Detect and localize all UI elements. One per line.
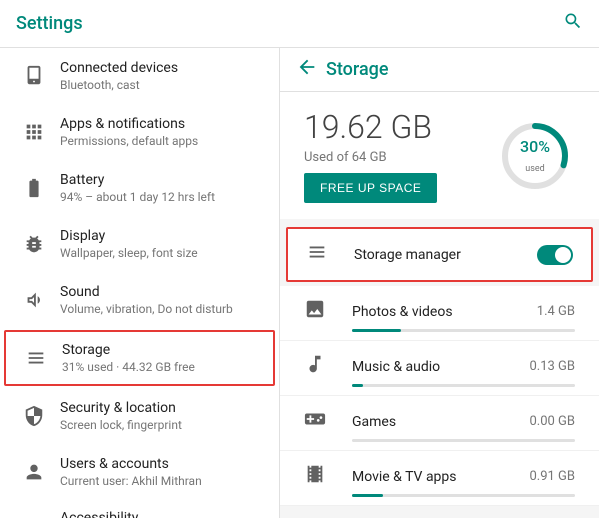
music-audio-label: Music & audio <box>336 359 529 375</box>
sidebar-item-users-accounts[interactable]: Users & accounts Current user: Akhil Mit… <box>0 444 279 500</box>
apps-notifications-text: Apps & notifications Permissions, defaul… <box>52 116 263 148</box>
storage-manager-label: Storage manager <box>338 247 537 263</box>
games-label: Games <box>336 414 529 430</box>
storage-summary: 19.62 GB Used of 64 GB FREE UP SPACE 30%… <box>280 92 599 219</box>
back-icon[interactable] <box>296 56 318 83</box>
storage-circle: 30% used <box>495 116 575 196</box>
battery-text: Battery 94% – about 1 day 12 hrs left <box>52 172 263 204</box>
games-size: 0.00 GB <box>529 414 575 429</box>
music-audio-row[interactable]: Music & audio 0.13 GB <box>280 341 599 396</box>
games-row[interactable]: Games 0.00 GB <box>280 396 599 451</box>
music-audio-size: 0.13 GB <box>529 359 575 374</box>
storage-text: Storage 31% used · 44.32 GB free <box>54 342 261 374</box>
movie-tv-bar <box>280 494 599 506</box>
movie-tv-size: 0.91 GB <box>529 469 575 484</box>
sound-text: Sound Volume, vibration, Do not disturb <box>52 284 263 316</box>
security-text: Security & location Screen lock, fingerp… <box>52 400 263 432</box>
connected-devices-icon <box>16 65 52 87</box>
sidebar-item-connected-devices[interactable]: Connected devices Bluetooth, cast <box>0 48 279 104</box>
storage-percent-label: 30% used <box>520 137 550 175</box>
header-icons <box>563 11 583 36</box>
movie-tv-label: Movie & TV apps <box>336 469 529 485</box>
storage-manager-row[interactable]: Storage manager <box>286 227 593 282</box>
storage-panel-title: Storage <box>326 59 389 80</box>
sidebar-item-apps-notifications[interactable]: Apps & notifications Permissions, defaul… <box>0 104 279 160</box>
storage-panel-header: Storage <box>280 48 599 92</box>
sidebar-item-storage[interactable]: Storage 31% used · 44.32 GB free <box>4 330 275 386</box>
sidebar-item-sound[interactable]: Sound Volume, vibration, Do not disturb <box>0 272 279 328</box>
storage-used-of: Used of 64 GB <box>304 150 437 165</box>
movie-tv-icon <box>304 463 336 490</box>
photos-videos-row[interactable]: Photos & videos 1.4 GB <box>280 286 599 341</box>
settings-list: Connected devices Bluetooth, cast Apps &… <box>0 48 280 518</box>
photos-videos-bar <box>280 329 599 341</box>
storage-used-gb: 19.62 GB <box>304 108 437 146</box>
storage-manager-icon <box>306 241 338 268</box>
users-icon <box>16 461 52 483</box>
app-title: Settings <box>16 13 563 34</box>
security-icon <box>16 405 52 427</box>
accessibility-text: Accessibility Screen readers, display, i… <box>52 510 263 518</box>
display-text: Display Wallpaper, sleep, font size <box>52 228 263 260</box>
music-audio-bar <box>280 384 599 396</box>
photos-videos-icon <box>304 298 336 325</box>
storage-manager-toggle[interactable] <box>537 245 573 265</box>
connected-devices-text: Connected devices Bluetooth, cast <box>52 60 263 92</box>
app-header: Settings <box>0 0 599 48</box>
apps-icon <box>16 121 52 143</box>
search-icon[interactable] <box>563 11 583 36</box>
storage-info: 19.62 GB Used of 64 GB FREE UP SPACE <box>304 108 437 203</box>
movie-tv-row[interactable]: Movie & TV apps 0.91 GB <box>280 451 599 506</box>
battery-icon <box>16 177 52 199</box>
display-icon <box>16 233 52 255</box>
storage-icon <box>18 347 54 369</box>
photos-videos-size: 1.4 GB <box>537 304 575 319</box>
games-bar <box>280 439 599 451</box>
storage-panel: Storage 19.62 GB Used of 64 GB FREE UP S… <box>280 48 599 518</box>
sound-icon <box>16 289 52 311</box>
photos-videos-label: Photos & videos <box>336 304 537 320</box>
users-accounts-text: Users & accounts Current user: Akhil Mit… <box>52 456 263 488</box>
games-icon <box>304 408 336 435</box>
music-audio-icon <box>304 353 336 380</box>
sidebar-item-display[interactable]: Display Wallpaper, sleep, font size <box>0 216 279 272</box>
sidebar-item-battery[interactable]: Battery 94% – about 1 day 12 hrs left <box>0 160 279 216</box>
storage-manager-inner: Storage manager <box>288 229 591 280</box>
main-layout: Connected devices Bluetooth, cast Apps &… <box>0 48 599 518</box>
sidebar-item-security[interactable]: Security & location Screen lock, fingerp… <box>0 388 279 444</box>
sidebar-item-accessibility[interactable]: Accessibility Screen readers, display, i… <box>0 500 279 518</box>
free-up-space-button[interactable]: FREE UP SPACE <box>304 173 437 203</box>
